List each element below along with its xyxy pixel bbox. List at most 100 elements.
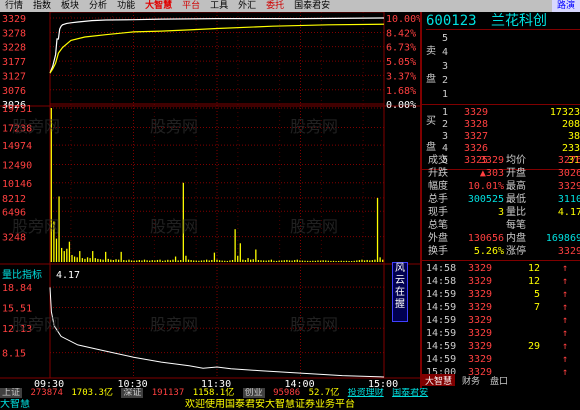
volume-bar [260, 260, 262, 262]
menu-item-analysis[interactable]: 分析 [84, 0, 112, 12]
volume-bar [330, 260, 332, 262]
price-tick-label: 3329 [2, 14, 26, 25]
volume-bar [149, 260, 151, 262]
menu-item-index[interactable]: 指数 [28, 0, 56, 12]
price-tick-label: 3278 [2, 28, 26, 39]
tab-finance[interactable]: 财务 [459, 374, 483, 387]
volume-bar [371, 260, 373, 262]
sell-level-2[interactable]: 2 [422, 74, 580, 88]
sz-index-label[interactable]: 深证 [121, 388, 144, 398]
svg-text:股旁网: 股旁网 [150, 117, 198, 136]
indicator-tick-label: 18.84 [2, 283, 32, 294]
volume-bar [68, 241, 71, 262]
volume-bar [174, 256, 177, 262]
trade-tick: 14:58 3329 12 ↑ [426, 276, 569, 287]
stat-row-volume: 总手 300525 最低 3110 [428, 194, 580, 205]
volume-bar [71, 254, 73, 262]
intraday-chart[interactable]: 3329327832283177312730763026 10.00%8.42%… [0, 12, 420, 388]
menu-item-brand[interactable]: 大智慧 [140, 0, 177, 12]
volume-bar [107, 258, 109, 262]
volume-bar [221, 260, 223, 262]
volume-bar [195, 260, 197, 262]
volume-bar [340, 260, 342, 262]
svg-text:股旁网: 股旁网 [12, 117, 60, 136]
menu-item-functions[interactable]: 功能 [112, 0, 140, 12]
price-tick-label: 3127 [2, 71, 26, 82]
cy-index-label[interactable]: 创业 [242, 388, 265, 398]
volume-bar [281, 260, 283, 262]
sell-level-4[interactable]: 4 [422, 46, 580, 60]
volume-bar [374, 259, 376, 262]
tab-brand[interactable]: 大智慧 [422, 374, 456, 387]
menu-item-forex[interactable]: 外汇 [233, 0, 261, 12]
menu-item-platform[interactable]: 平台 [177, 0, 205, 12]
volume-bar [343, 260, 345, 262]
volume-bar [92, 251, 94, 262]
ticker-message: 欢迎使用国泰君安大智慧证券业务平台 [185, 399, 355, 410]
volume-bar [231, 259, 234, 262]
volume-bar [66, 248, 68, 262]
volume-bar [361, 259, 363, 262]
volume-bar [304, 260, 306, 262]
volume-bar [206, 259, 208, 262]
stock-name: 兰花科创 [491, 13, 548, 29]
sell-level-5[interactable]: 5 [422, 32, 580, 46]
indicator-value: 4.17 [56, 270, 80, 281]
volume-bar [350, 261, 353, 262]
volume-bar [278, 260, 280, 262]
volume-bar [257, 260, 260, 262]
volume-bar [369, 260, 371, 262]
volume-bar [327, 260, 329, 262]
volume-bar [79, 251, 81, 262]
volume-bar [309, 260, 311, 262]
sell-level-1[interactable]: 1 [422, 88, 580, 102]
stat-row-change: 升跌 ▲303 开盘 3026 [428, 168, 580, 179]
volume-bar [255, 249, 257, 262]
percent-tick-label: 1.68% [386, 86, 416, 97]
menu-item-order[interactable]: 委托 [261, 0, 289, 12]
tab-handicap[interactable]: 盘口 [487, 374, 511, 387]
ticker-tag[interactable]: 大智慧 [0, 399, 30, 410]
volume-bar [356, 260, 358, 262]
orderbook-divider [422, 104, 580, 105]
sh-index-label[interactable]: 上证 [0, 388, 23, 398]
percent-tick-label: 0.00% [386, 100, 416, 111]
volume-bar [200, 260, 203, 262]
svg-text:股旁网: 股旁网 [290, 117, 338, 136]
trade-tick: 14:59 3329 7 ↑ [426, 302, 569, 313]
volume-bar [262, 260, 265, 262]
volume-bar [61, 247, 63, 262]
volume-bar [76, 257, 78, 262]
volume-bar [325, 260, 327, 262]
volume-bar [291, 260, 293, 262]
volume-bar [335, 261, 337, 262]
sell-level-3[interactable]: 3 [422, 60, 580, 74]
volume-bar [185, 255, 187, 262]
vertical-tab[interactable]: 风云在握 [392, 262, 408, 322]
volume-bar [270, 259, 273, 262]
price-tick-label: 3076 [2, 86, 26, 97]
watermark: 股旁网 股旁网 股旁网 股旁网 股旁网 股旁网 股旁网 股旁网 股旁网 [12, 117, 338, 334]
time-tick-label: 10:30 [118, 379, 148, 388]
volume-bar [203, 260, 205, 262]
volume-bar [136, 260, 138, 262]
percent-tick-label: 10.00% [386, 14, 420, 25]
volume-bar [143, 259, 146, 262]
invest-link[interactable]: 投资理财 [348, 388, 384, 398]
volume-bar [86, 257, 89, 262]
menu-item-sector[interactable]: 板块 [56, 0, 84, 12]
volume-bar [275, 260, 278, 262]
menu-item-quotes[interactable]: 行情 [0, 0, 28, 12]
market-status-bar: 上证 273874 1703.3亿 深证 191137 1158.1亿 创业 9… [0, 388, 580, 399]
indicator-name[interactable]: 量比指标 [2, 268, 42, 281]
menu-item-broker[interactable]: 国泰君安 [289, 0, 335, 12]
volume-bar [141, 260, 143, 262]
chart-grid [0, 12, 420, 379]
sh-index-value: 273874 [30, 388, 63, 398]
menu-bar: 行情 指数 板块 分析 功能 大智慧 平台 工具 外汇 委托 国泰君安 路演 [0, 0, 580, 12]
broker-link[interactable]: 国泰君安 [392, 388, 428, 398]
roadshow-button[interactable]: 路演 [551, 0, 580, 12]
svg-text:股旁网: 股旁网 [12, 315, 60, 334]
price-axis-ticks: 3329327832283177312730763026 [2, 14, 26, 111]
menu-item-tools[interactable]: 工具 [205, 0, 233, 12]
